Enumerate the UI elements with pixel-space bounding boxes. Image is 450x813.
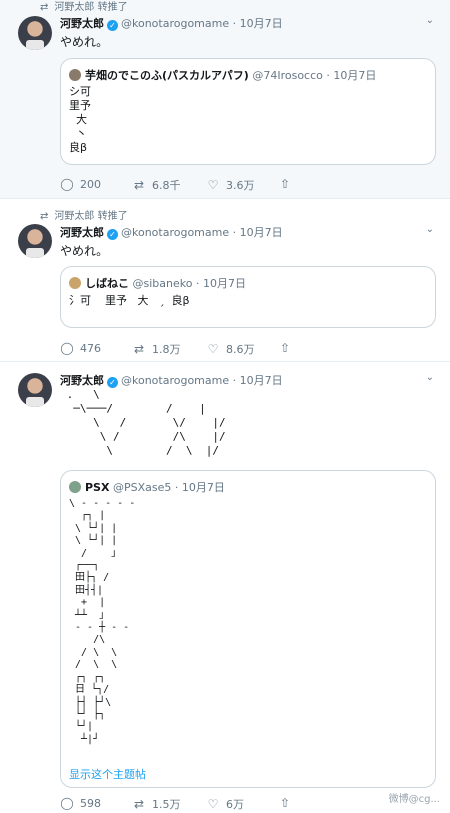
tweet-3[interactable]: 河野太郎 ✓ @konotarogomame · 10月7日 ⌄ . \ ─\───… bbox=[0, 362, 450, 813]
retweet-icon: ⇄ bbox=[133, 797, 145, 811]
reply-icon: ◯ bbox=[60, 177, 74, 191]
heart-icon: ♡ bbox=[207, 797, 219, 811]
author-handle-date[interactable]: @konotarogomame · 10月7日 bbox=[121, 226, 283, 239]
quoted-handle-date: @sibaneko · 10月7日 bbox=[132, 277, 246, 290]
chevron-down-icon[interactable]: ⌄ bbox=[426, 15, 434, 26]
tweet-2[interactable]: ⇄ 河野太郎 转推了 河野太郎 ✓ @konotarogomame · 10月7日 ⌄… bbox=[0, 199, 450, 362]
share-button[interactable]: ⇧ bbox=[278, 177, 298, 191]
quoted-tweet-header: 芋畑のでこのふ(パスカルアパフ) @74Irosocco · 10月7日 bbox=[69, 67, 376, 83]
retweet-indicator: ⇄ 河野太郎 转推了 bbox=[40, 2, 128, 13]
author-handle-date[interactable]: @konotarogomame · 10月7日 bbox=[121, 17, 283, 30]
quoted-tweet-text: 氵可 里予 大 ˏ 良β bbox=[69, 294, 190, 307]
author-name[interactable]: 河野太郎 bbox=[60, 226, 104, 239]
reply-icon: ◯ bbox=[60, 341, 74, 355]
reply-button[interactable]: ◯ 200 bbox=[60, 177, 101, 191]
quoted-tweet-text: シ可 里予 大 丶 良β bbox=[69, 85, 91, 154]
author-handle-date[interactable]: @konotarogomame · 10月7日 bbox=[121, 374, 283, 387]
quoted-avatar bbox=[69, 277, 81, 289]
share-button[interactable]: ⇧ bbox=[278, 796, 298, 810]
quoted-tweet-header: しばねこ @sibaneko · 10月7日 bbox=[69, 275, 246, 291]
share-icon: ⇧ bbox=[279, 341, 291, 355]
tweet-1[interactable]: ⇄ 河野太郎 转推了 河野太郎 ✓ @konotarogomame · 10月7日 ⌄… bbox=[0, 0, 450, 199]
quoted-author-name: 芋畑のでこのふ(パスカルアパフ) bbox=[85, 69, 249, 82]
quoted-ascii-art: \ - - - - - ┌┐ | \ └┘| | \ └┘| | / 」 ┌──… bbox=[69, 498, 136, 745]
tweet-header: 河野太郎 ✓ @konotarogomame · 10月7日 bbox=[60, 224, 283, 240]
heart-icon: ♡ bbox=[207, 342, 219, 356]
retweet-button[interactable]: ⇄ 1.8万 bbox=[132, 341, 181, 357]
reply-icon: ◯ bbox=[60, 796, 74, 810]
verified-icon: ✓ bbox=[107, 377, 118, 388]
retweet-small-icon: ⇄ bbox=[40, 211, 49, 222]
share-icon: ⇧ bbox=[279, 796, 291, 810]
tweet-ascii-art: . \ ─\───/ / | \ / \/ |/ \ / /\ |/ \ / \… bbox=[66, 388, 226, 457]
quoted-avatar bbox=[69, 481, 81, 493]
chevron-down-icon[interactable]: ⌄ bbox=[426, 224, 434, 235]
retweet-button[interactable]: ⇄ 1.5万 bbox=[132, 796, 181, 812]
author-name[interactable]: 河野太郎 bbox=[60, 374, 104, 387]
tweet-header: 河野太郎 ✓ @konotarogomame · 10月7日 bbox=[60, 372, 283, 388]
quoted-tweet-header: PSX @PSXase5 · 10月7日 bbox=[69, 479, 225, 495]
like-button[interactable]: ♡ 6万 bbox=[206, 796, 244, 812]
quoted-author-name: しばねこ bbox=[85, 277, 129, 290]
retweet-button[interactable]: ⇄ 6.8千 bbox=[132, 177, 181, 193]
retweet-icon: ⇄ bbox=[133, 342, 145, 356]
reply-button[interactable]: ◯ 598 bbox=[60, 796, 101, 810]
retweet-small-icon: ⇄ bbox=[40, 2, 49, 13]
tweet-text: やめれ。 bbox=[60, 35, 109, 49]
quoted-handle-date: @74Irosocco · 10月7日 bbox=[252, 69, 377, 82]
author-name[interactable]: 河野太郎 bbox=[60, 17, 104, 30]
verified-icon: ✓ bbox=[107, 229, 118, 240]
quoted-tweet[interactable]: PSX @PSXase5 · 10月7日 \ - - - - - ┌┐ | \ … bbox=[60, 470, 436, 788]
quoted-author-name: PSX bbox=[85, 481, 110, 494]
quoted-tweet[interactable]: しばねこ @sibaneko · 10月7日 氵可 里予 大 ˏ 良β bbox=[60, 266, 436, 328]
avatar[interactable] bbox=[18, 373, 52, 407]
reply-button[interactable]: ◯ 476 bbox=[60, 341, 101, 355]
quoted-avatar bbox=[69, 69, 81, 81]
heart-icon: ♡ bbox=[207, 178, 219, 192]
like-button[interactable]: ♡ 3.6万 bbox=[206, 177, 255, 193]
verified-icon: ✓ bbox=[107, 20, 118, 31]
avatar[interactable] bbox=[18, 224, 52, 258]
tweet-text: やめれ。 bbox=[60, 244, 109, 258]
show-thread-link[interactable]: 显示这个主题帖 bbox=[69, 766, 146, 782]
retweet-icon: ⇄ bbox=[133, 178, 145, 192]
share-icon: ⇧ bbox=[279, 177, 291, 191]
watermark: 微博@cg... bbox=[388, 794, 440, 805]
quoted-handle-date: @PSXase5 · 10月7日 bbox=[112, 481, 225, 494]
retweet-indicator: ⇄ 河野太郎 转推了 bbox=[40, 211, 128, 222]
tweet-header: 河野太郎 ✓ @konotarogomame · 10月7日 bbox=[60, 15, 283, 31]
like-button[interactable]: ♡ 8.6万 bbox=[206, 341, 255, 357]
chevron-down-icon[interactable]: ⌄ bbox=[426, 372, 434, 383]
quoted-tweet[interactable]: 芋畑のでこのふ(パスカルアパフ) @74Irosocco · 10月7日 シ可 … bbox=[60, 58, 436, 165]
share-button[interactable]: ⇧ bbox=[278, 341, 298, 355]
avatar[interactable] bbox=[18, 16, 52, 50]
